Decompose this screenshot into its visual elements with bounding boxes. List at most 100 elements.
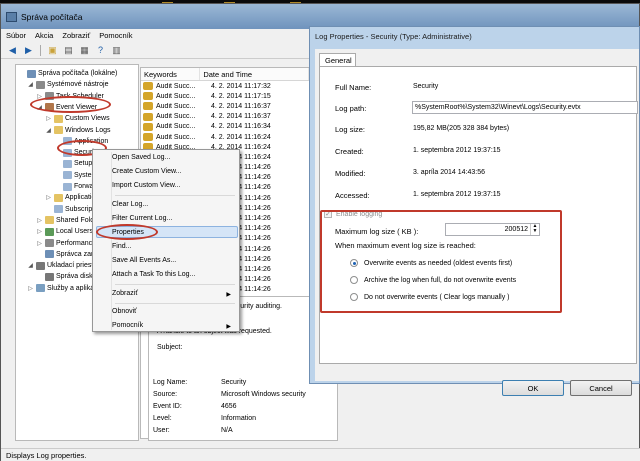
menu-separator	[115, 284, 235, 285]
log-size-value: 195,82 MB(205 328 384 bytes)	[413, 125, 510, 132]
event-date-time: 4. 2. 2014 11:17:32	[211, 82, 271, 90]
tab-general[interactable]: General	[319, 53, 356, 67]
menu-view[interactable]: Zobraziť	[62, 31, 90, 40]
up-folder-icon[interactable]: ▣	[46, 44, 59, 56]
log-icon	[63, 182, 72, 191]
properties-icon[interactable]: ▦	[78, 44, 91, 56]
fold-icon	[54, 126, 63, 134]
log-icon	[54, 205, 63, 214]
fold-icon	[54, 114, 63, 123]
menu-clear-log[interactable]: Clear Log...	[112, 201, 148, 208]
comp-icon	[27, 69, 36, 78]
svc-icon	[36, 284, 45, 293]
context-menu-gutter	[111, 152, 112, 330]
event-row[interactable]: Audit Succ... 4. 2. 2014 11:16:37	[141, 112, 309, 122]
fold-icon	[45, 216, 54, 225]
event-row[interactable]: Audit Succ... 4. 2. 2014 11:17:15	[141, 91, 309, 101]
event-list-header: Keywords Date and Time	[141, 68, 309, 81]
modified-label: Modified:	[335, 169, 366, 178]
event-keyword: Audit Succ...	[156, 133, 196, 141]
audit-success-key-icon	[143, 112, 153, 121]
back-icon[interactable]: ◀	[6, 44, 19, 56]
event-row[interactable]: Audit Succ... 4. 2. 2014 11:16:24	[141, 132, 309, 142]
detail-property-value: 4656	[221, 403, 237, 410]
menu-open-saved-log[interactable]: Open Saved Log...	[112, 154, 170, 161]
event-date-time: 4. 2. 2014 11:16:37	[211, 102, 271, 110]
expand-toggle-icon[interactable]: ▷	[36, 228, 43, 235]
audit-success-key-icon	[143, 122, 153, 131]
expand-toggle-icon[interactable]: ▷	[45, 194, 52, 201]
audit-success-key-icon	[143, 133, 153, 142]
dialog-body: General Full Name: Security Log path: %S…	[315, 49, 639, 396]
toolbar-separator	[40, 44, 41, 56]
tree-item[interactable]: ◢ Systémové nástroje	[27, 79, 108, 90]
column-keywords[interactable]: Keywords	[141, 68, 201, 80]
menu-refresh[interactable]: Obnoviť	[112, 308, 137, 315]
show-hide-tree-icon[interactable]: ▤	[62, 44, 75, 56]
tree-item[interactable]: System	[54, 170, 97, 181]
submenu-arrow-icon: ▶	[226, 292, 231, 298]
event-row[interactable]: Audit Succ... 4. 2. 2014 11:16:34	[141, 122, 309, 132]
column-date-time[interactable]: Date and Time	[200, 68, 309, 80]
expand-toggle-icon[interactable]: ▷	[45, 115, 52, 122]
event-row[interactable]: Audit Succ... 4. 2. 2014 11:17:32	[141, 81, 309, 91]
accessed-value: 1. septembra 2012 19:37:15	[413, 191, 501, 198]
tree-item[interactable]: ▷ Custom Views	[45, 113, 110, 124]
event-keyword: Audit Succ...	[156, 92, 196, 100]
detail-properties: Log Name: Security Source: Microsoft Window…	[153, 379, 333, 439]
expand-toggle-icon[interactable]: ▷	[36, 240, 43, 247]
tree-item[interactable]: ◢ Ukladací priestor	[27, 260, 100, 271]
expand-toggle-icon[interactable]: ▷	[27, 285, 34, 292]
detail-property-label: Log Name:	[153, 379, 188, 386]
tools-icon	[36, 80, 45, 89]
forward-icon[interactable]: ▶	[22, 44, 35, 56]
full-name-label: Full Name:	[335, 83, 372, 92]
tree-item[interactable]: ◢ Windows Logs	[45, 125, 111, 136]
menu-find[interactable]: Find...	[112, 243, 131, 250]
audit-success-key-icon	[143, 102, 153, 111]
menu-view[interactable]: Zobraziť	[112, 290, 138, 297]
detail-property-row: Source: Microsoft Windows security	[153, 391, 333, 403]
menu-separator	[115, 195, 235, 196]
tree-item-label: Performance	[56, 239, 97, 247]
log-size-label: Log size:	[335, 125, 366, 134]
menu-filter-current-log[interactable]: Filter Current Log...	[112, 215, 172, 222]
annotation-event-viewer	[30, 96, 111, 113]
detail-property-value: Microsoft Windows security	[221, 391, 306, 398]
ok-button[interactable]: OK	[502, 380, 564, 396]
tree-item[interactable]: Správa diskov	[36, 271, 100, 282]
detail-property-row: User: N/A	[153, 427, 333, 439]
tree-item[interactable]: ▷ Performance	[36, 238, 96, 249]
menu-attach-task[interactable]: Attach a Task To this Log...	[112, 271, 195, 278]
modified-value: 3. apríla 2014 14:43:56	[413, 169, 486, 176]
menu-help[interactable]: Pomocník	[112, 322, 143, 329]
menu-import-custom-view[interactable]: Import Custom View...	[112, 182, 180, 189]
menu-action[interactable]: Akcia	[35, 31, 53, 40]
status-bar: Displays Log properties.	[1, 448, 640, 461]
menu-help[interactable]: Pomocník	[99, 31, 132, 40]
menu-file[interactable]: Súbor	[6, 31, 26, 40]
detail-property-row: Log Name: Security	[153, 379, 333, 391]
event-row[interactable]: Audit Succ... 4. 2. 2014 11:16:37	[141, 101, 309, 111]
menu-create-custom-view[interactable]: Create Custom View...	[112, 168, 182, 175]
help-icon[interactable]: ?	[94, 44, 107, 56]
disk-icon	[36, 261, 45, 270]
menu-separator	[115, 303, 235, 304]
log-path-label: Log path:	[335, 104, 367, 113]
dialog-title[interactable]: Log Properties - Security (Type: Adminis…	[310, 27, 639, 47]
tree-item[interactable]: Setup	[54, 158, 92, 169]
expand-toggle-icon[interactable]: ◢	[27, 262, 34, 269]
expand-toggle-icon[interactable]: ▷	[36, 217, 43, 224]
log-path-field[interactable]: %SystemRoot%\System32\Winevt\Logs\Securi…	[412, 101, 638, 114]
submenu-arrow-icon: ▶	[226, 324, 231, 330]
detail-property-label: User:	[153, 427, 170, 434]
menu-save-all-events[interactable]: Save All Events As...	[112, 257, 176, 264]
show-action-pane-icon[interactable]: ▥	[110, 44, 123, 56]
tree-item-label: Setup	[74, 160, 93, 168]
detail-property-label: Event ID:	[153, 403, 182, 410]
tree-item[interactable]: Správa počítača (lokálne)	[18, 68, 117, 79]
expand-toggle-icon[interactable]: ◢	[45, 127, 52, 134]
cancel-button[interactable]: Cancel	[570, 380, 632, 396]
expand-toggle-icon[interactable]: ◢	[27, 81, 34, 88]
annotation-properties	[96, 224, 158, 240]
